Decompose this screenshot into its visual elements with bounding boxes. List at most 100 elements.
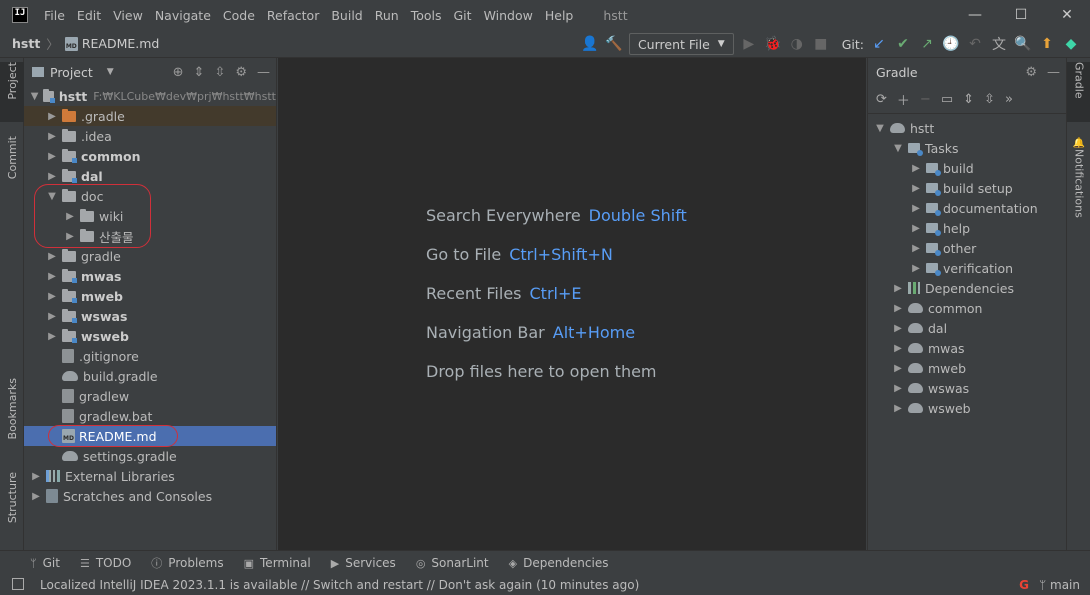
chevron-right-icon[interactable]: ▶ (46, 331, 58, 342)
collapse-all-icon[interactable]: ⇳ (214, 65, 225, 80)
structure-tool-tab[interactable]: Structure (0, 472, 24, 542)
chevron-right-icon[interactable]: ▶ (46, 151, 58, 162)
chevron-right-icon[interactable]: ▶ (910, 223, 922, 234)
gear-icon[interactable]: ⚙ (235, 65, 247, 80)
menu-view[interactable]: View (107, 8, 149, 23)
chevron-right-icon[interactable]: ▶ (892, 323, 904, 334)
gradle-tool-tab[interactable]: Gradle (1067, 62, 1090, 122)
tree-item-settings-gradle[interactable]: settings.gradle (24, 446, 276, 466)
chevron-right-icon[interactable]: ▶ (910, 263, 922, 274)
rollback-icon[interactable]: ↶ (966, 35, 984, 53)
expand-all-icon[interactable]: ⇕ (963, 92, 974, 107)
gradle-task-other[interactable]: ▶ other (868, 238, 1066, 258)
chevron-down-icon[interactable]: ▼ (30, 91, 39, 102)
chevron-right-icon[interactable]: ▶ (910, 183, 922, 194)
tree-item-scratches[interactable]: ▶ Scratches and Consoles (24, 486, 276, 506)
menu-build[interactable]: Build (325, 8, 368, 23)
tree-item-idea[interactable]: ▶ .idea (24, 126, 276, 146)
gradle-module-dal[interactable]: ▶ dal (868, 318, 1066, 338)
gradle-task-documentation[interactable]: ▶ documentation (868, 198, 1066, 218)
tree-root[interactable]: ▼ hstt F:₩KLCube₩dev₩prj₩hstt₩hstt (24, 86, 276, 106)
chevron-right-icon[interactable]: ▶ (64, 231, 76, 242)
tree-item-wsweb[interactable]: ▶ wsweb (24, 326, 276, 346)
add-icon[interactable]: ＋ (897, 90, 910, 109)
breadcrumb-file[interactable]: README.md (82, 36, 160, 51)
tree-item-doc[interactable]: ▼ doc (24, 186, 276, 206)
tree-item-gitignore[interactable]: .gitignore (24, 346, 276, 366)
chevron-right-icon[interactable]: ▶ (46, 271, 58, 282)
chevron-right-icon[interactable]: ▶ (910, 243, 922, 254)
hide-icon[interactable]: — (1047, 65, 1060, 80)
git-push-icon[interactable]: ↗ (918, 35, 936, 53)
stop-icon[interactable]: ■ (812, 35, 830, 53)
gradle-task-build-setup[interactable]: ▶ build setup (868, 178, 1066, 198)
run-icon[interactable]: ▶ (740, 35, 758, 53)
menu-refactor[interactable]: Refactor (261, 8, 325, 23)
chevron-right-icon[interactable]: ▶ (910, 203, 922, 214)
update-icon[interactable]: ⬆ (1038, 35, 1056, 53)
tree-item-gradlew-bat[interactable]: gradlew.bat (24, 406, 276, 426)
gradle-module-wswas[interactable]: ▶ wswas (868, 378, 1066, 398)
project-tool-tab[interactable]: Project (0, 62, 24, 122)
terminal-tab[interactable]: ▣ Terminal (244, 556, 311, 570)
chevron-right-icon[interactable]: ▶ (892, 303, 904, 314)
coverage-icon[interactable]: ◑ (788, 35, 806, 53)
gradle-module-common[interactable]: ▶ common (868, 298, 1066, 318)
hide-icon[interactable]: — (257, 65, 270, 80)
tree-item-mwas[interactable]: ▶ mwas (24, 266, 276, 286)
layout-toggle-icon[interactable] (12, 578, 24, 590)
chevron-down-icon[interactable]: ▼ (874, 123, 886, 134)
menu-window[interactable]: Window (478, 8, 539, 23)
tree-item-deliverables[interactable]: ▶ 산출물 (24, 226, 276, 246)
chevron-down-icon[interactable]: ▼ (892, 143, 904, 154)
gradle-task-verification[interactable]: ▶ verification (868, 258, 1066, 278)
translate-icon[interactable]: 文 (990, 35, 1008, 53)
services-tab[interactable]: ▶ Services (331, 556, 396, 570)
bookmarks-tool-tab[interactable]: Bookmarks (0, 378, 24, 458)
jetbrains-toolbox-icon[interactable]: ◆ (1062, 35, 1080, 53)
debug-icon[interactable]: 🐞 (764, 35, 782, 53)
chevron-right-icon[interactable]: ▶ (46, 251, 58, 262)
chevron-right-icon[interactable]: ▶ (892, 283, 904, 294)
problems-tab[interactable]: ⓘ Problems (151, 555, 223, 571)
tree-item-gradlew[interactable]: gradlew (24, 386, 276, 406)
tree-item-common[interactable]: ▶ common (24, 146, 276, 166)
chevron-right-icon[interactable]: ▶ (30, 471, 42, 482)
tree-item-wiki[interactable]: ▶ wiki (24, 206, 276, 226)
user-icon[interactable]: 👤 (581, 35, 599, 53)
chevron-right-icon[interactable]: ▶ (892, 403, 904, 414)
chevron-right-icon[interactable]: ▶ (892, 383, 904, 394)
menu-tools[interactable]: Tools (405, 8, 448, 23)
gradle-module-mweb[interactable]: ▶ mweb (868, 358, 1066, 378)
locate-icon[interactable]: ⊕ (173, 65, 184, 80)
gear-icon[interactable]: ⚙ (1025, 65, 1037, 80)
tree-item-readme[interactable]: MD README.md (24, 426, 276, 446)
dependencies-tab[interactable]: ◈ Dependencies (509, 556, 609, 570)
chevron-right-icon[interactable]: ▶ (46, 111, 58, 122)
notifications-tool-tab[interactable]: 🔔 Notifications (1067, 138, 1090, 228)
tree-item-build-gradle[interactable]: build.gradle (24, 366, 276, 386)
menu-git[interactable]: Git (448, 8, 478, 23)
run-configuration-select[interactable]: Current File ▼ (628, 33, 734, 55)
git-commit-icon[interactable]: ✔ (894, 35, 912, 53)
todo-tab[interactable]: ☰ TODO (80, 556, 131, 570)
intellij-logo-icon[interactable]: IJ (12, 7, 28, 23)
chevron-right-icon[interactable]: ▶ (64, 211, 76, 222)
maximize-button[interactable]: ☐ (998, 0, 1044, 30)
chevron-right-icon[interactable]: ▶ (46, 291, 58, 302)
chevron-down-icon[interactable]: ▼ (107, 67, 114, 77)
breadcrumb-project[interactable]: hstt (12, 36, 40, 51)
reload-icon[interactable]: ⟳ (876, 92, 887, 107)
commit-tool-tab[interactable]: Commit (0, 136, 24, 196)
remove-icon[interactable]: − (920, 92, 931, 107)
close-button[interactable]: ✕ (1044, 0, 1090, 30)
expand-all-icon[interactable]: ⇕ (194, 65, 205, 80)
search-icon[interactable]: 🔍 (1014, 35, 1032, 53)
gradle-root[interactable]: ▼ hstt (868, 118, 1066, 138)
tree-item-mweb[interactable]: ▶ mweb (24, 286, 276, 306)
project-panel-title[interactable]: Project (50, 65, 93, 80)
git-update-icon[interactable]: ↙ (870, 35, 888, 53)
chevron-right-icon[interactable]: ▶ (910, 163, 922, 174)
git-branch-widget[interactable]: ᛘ main (1039, 578, 1080, 592)
gradle-task-build[interactable]: ▶ build (868, 158, 1066, 178)
